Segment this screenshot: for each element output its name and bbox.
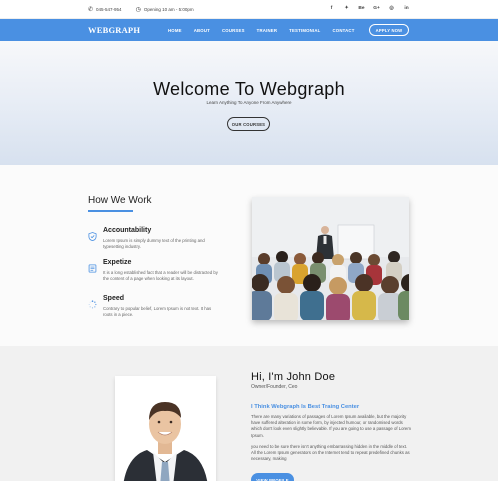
our-courses-button[interactable]: OUR COURSES — [227, 117, 270, 131]
nav-menu: HOME ABOUT COURSES TRAINER TESTIMONIAL C… — [168, 19, 355, 41]
section-title: How We Work — [88, 195, 152, 206]
classroom-photo — [252, 197, 409, 320]
feature-title: Accountability — [103, 227, 152, 234]
logo[interactable]: WEBGRAPH — [88, 25, 140, 35]
title-underline — [88, 210, 133, 212]
feature-text: Lorem Ipsum is simply dummy text of the … — [103, 238, 205, 250]
social-links: f ✦ Be G+ ◎ in — [328, 0, 410, 19]
document-icon — [88, 260, 97, 273]
feature-accountability: Accountability Lorem Ipsum is simply dum… — [88, 227, 218, 257]
about-paragraph: There are many variations of passages of… — [251, 414, 411, 438]
twitter-icon[interactable]: ✦ — [343, 6, 350, 12]
about-role: Owner/Founder, Ceo — [251, 384, 298, 390]
feature-title: Expetize — [103, 259, 132, 266]
main-nav: WEBGRAPH HOME ABOUT COURSES TRAINER TEST… — [0, 19, 498, 41]
feature-text: It is a long established fact that a rea… — [103, 270, 218, 282]
nav-item-trainer[interactable]: TRAINER — [257, 28, 278, 33]
contact-info: ✆ 045-547-954 ◷ Opening 10 am - 5:00pm — [88, 0, 194, 19]
top-bar: ✆ 045-547-954 ◷ Opening 10 am - 5:00pm f… — [0, 0, 498, 19]
nav-item-courses[interactable]: COURSES — [222, 28, 245, 33]
hero-section: Welcome To Webgraph Learn Anything To An… — [0, 41, 498, 165]
about-section: Hi, I'm John Doe Owner/Founder, Ceo I Th… — [0, 346, 498, 481]
shield-icon — [88, 228, 97, 242]
phone-info: ✆ 045-547-954 — [88, 7, 122, 13]
feature-text: Contrary to popular belief, Lorem Ipsum … — [103, 306, 212, 318]
opening-hours: Opening 10 am - 5:00pm — [143, 7, 194, 12]
page: ✆ 045-547-954 ◷ Opening 10 am - 5:00pm f… — [0, 0, 498, 481]
nav-item-home[interactable]: HOME — [168, 28, 182, 33]
hours-info: ◷ Opening 10 am - 5:00pm — [136, 7, 194, 13]
nav-item-about[interactable]: ABOUT — [194, 28, 210, 33]
google-plus-icon[interactable]: G+ — [373, 6, 380, 12]
how-we-work-section: How We Work Accountability Lorem Ipsum i… — [0, 165, 498, 346]
founder-portrait — [115, 376, 216, 481]
about-paragraph: you need to be sure there isn't anything… — [251, 444, 410, 462]
phone-number[interactable]: 045-547-954 — [96, 7, 122, 12]
phone-icon: ✆ — [88, 6, 94, 13]
hero-subtitle: Learn Anything To Anyone From Anywhere — [206, 100, 292, 105]
view-profile-button[interactable]: VIEW PROFILE — [251, 473, 294, 481]
dribbble-icon[interactable]: ◎ — [388, 6, 395, 12]
about-name: Hi, I'm John Doe — [251, 371, 336, 383]
apply-now-button[interactable]: APPLY NOW — [369, 24, 409, 36]
spinner-icon — [88, 296, 97, 309]
nav-item-contact[interactable]: CONTACT — [332, 28, 354, 33]
feature-title: Speed — [103, 295, 125, 302]
clock-icon: ◷ — [135, 6, 141, 13]
linkedin-icon[interactable]: in — [403, 6, 410, 12]
facebook-icon[interactable]: f — [328, 6, 335, 12]
feature-speed: Speed Contrary to popular belief, Lorem … — [88, 295, 218, 325]
hero-title: Welcome To Webgraph — [153, 79, 345, 99]
feature-expetize: Expetize It is a long established fact t… — [88, 259, 218, 295]
nav-item-testimonial[interactable]: TESTIMONIAL — [289, 28, 320, 33]
behance-icon[interactable]: Be — [358, 6, 365, 12]
about-heading: I Think Webgraph Is Best Traing Center — [251, 404, 360, 410]
